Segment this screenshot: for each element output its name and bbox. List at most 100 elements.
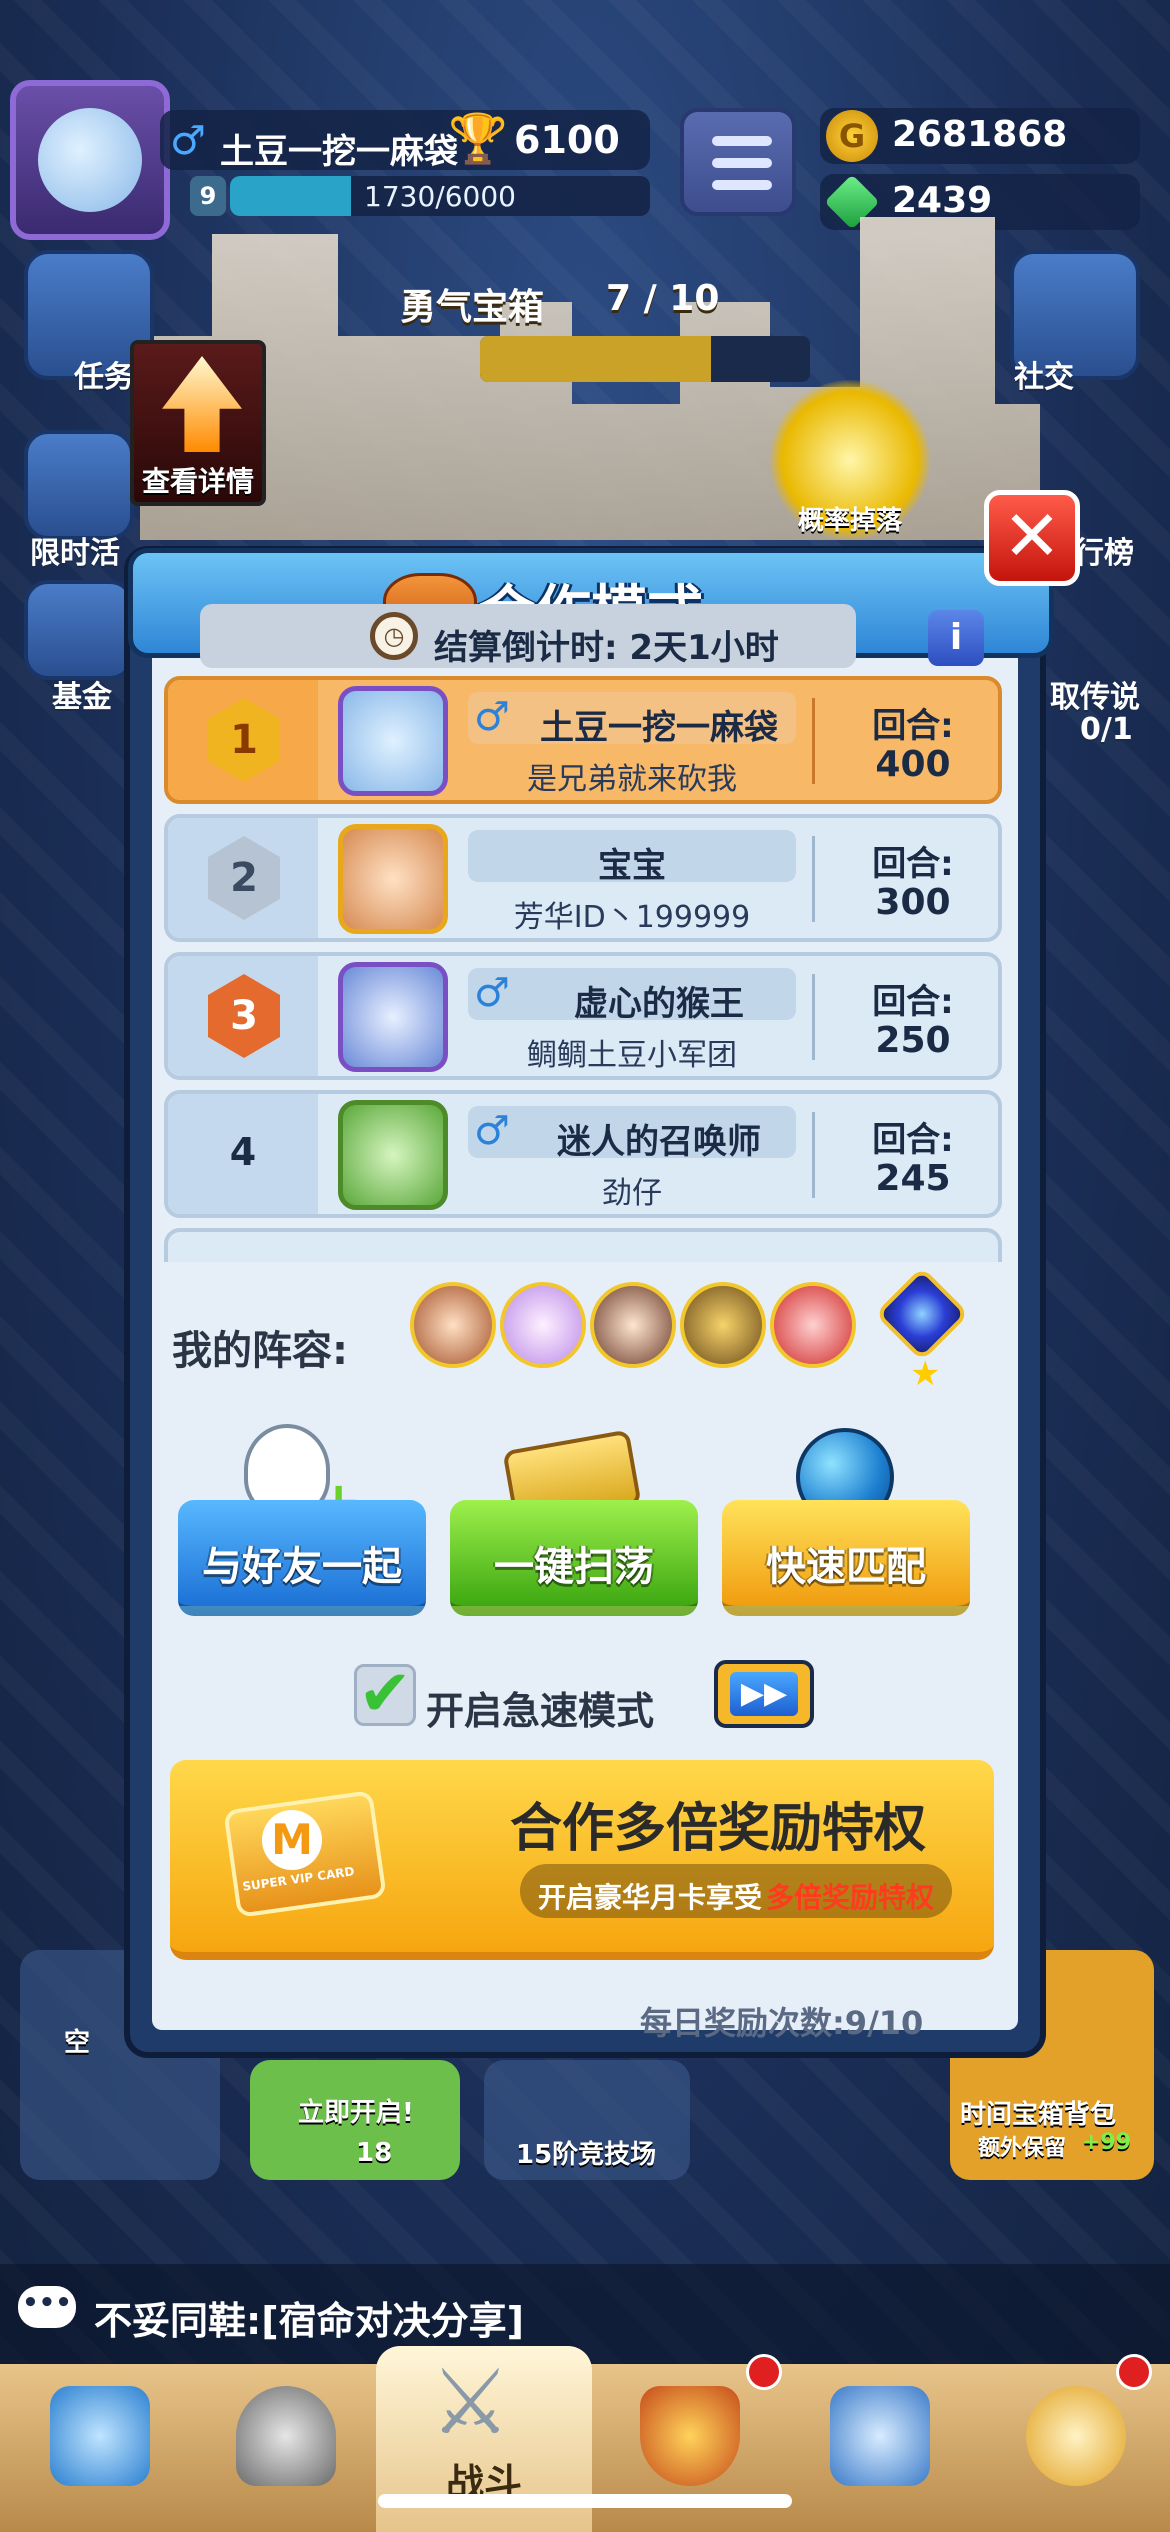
- speed-mode-checkbox[interactable]: ✔: [354, 1662, 416, 1726]
- hero-avatar-2[interactable]: [500, 1282, 586, 1368]
- avatar: [338, 686, 448, 796]
- tab-explore[interactable]: [986, 2370, 1166, 2530]
- chest-progress-bar: [480, 336, 810, 382]
- rank-guild-name: 是兄弟就来砍我: [527, 762, 737, 797]
- male-icon: ♂: [474, 970, 510, 1016]
- banner-subtitle-highlight: 多倍奖励特权: [766, 1881, 935, 1914]
- play-with-friend-button[interactable]: 与好友一起: [178, 1500, 426, 1616]
- banner-title: 合作多倍奖励特权: [510, 1799, 927, 1859]
- fast-forward-icon: ▶▶: [730, 1672, 798, 1716]
- hero-avatar-5[interactable]: [770, 1282, 856, 1368]
- round-value: 400: [875, 744, 951, 785]
- round-value: 300: [875, 882, 951, 923]
- gem-count: 2439: [892, 180, 993, 221]
- coin-count: 2681868: [892, 114, 1068, 155]
- divider: [812, 1112, 815, 1198]
- player-level-badge: 9: [190, 176, 226, 216]
- treasure-chest-icon: [50, 2386, 150, 2486]
- chest-open-label: 立即开启!: [298, 2098, 414, 2128]
- quick-match-button[interactable]: 快速匹配: [722, 1500, 970, 1616]
- xp-bar: 1730/6000: [230, 176, 650, 216]
- chest-open-gems: 18: [356, 2138, 393, 2168]
- arena-label: 15阶竞技场: [516, 2140, 657, 2170]
- sweep-button[interactable]: 一键扫荡: [450, 1500, 698, 1616]
- chat-message: 不妥同鞋:[宿命对决分享]: [94, 2299, 524, 2343]
- rank-list[interactable]: 1 ♂ 土豆一挖一麻袋 是兄弟就来砍我 回合: 400 2 宝宝 芳华ID丶19…: [164, 676, 1002, 1262]
- tab-treasure[interactable]: [10, 2370, 190, 2530]
- star-icon: ★: [910, 1354, 941, 1394]
- crossed-swords-icon: ⚔: [430, 2350, 511, 2455]
- avatar: [338, 1100, 448, 1210]
- avatar-face: [38, 108, 142, 212]
- avatar: [338, 962, 448, 1072]
- menu-button[interactable]: [680, 108, 796, 216]
- time-chest-label: 时间宝箱背包: [960, 2100, 1117, 2130]
- round-value: 250: [875, 1020, 951, 1061]
- rank-player-name: 土豆一挖一麻袋: [540, 708, 778, 748]
- player-avatar[interactable]: [10, 80, 170, 240]
- notification-dot: [1116, 2354, 1152, 2390]
- limited-event-button[interactable]: [24, 430, 134, 540]
- divider: [812, 974, 815, 1060]
- drop-rate-label: 概率掉落: [797, 506, 902, 536]
- rank-guild-name: 劲仔: [602, 1176, 662, 1211]
- menu-line: [712, 180, 772, 190]
- round-value: 245: [875, 1158, 951, 1199]
- male-icon: ♂: [170, 118, 206, 164]
- legend-count: 0/1: [1080, 712, 1133, 747]
- round-label: 回合:: [872, 1120, 954, 1160]
- bg-card-left-label: 空: [64, 2028, 91, 2058]
- hero-avatar-3[interactable]: [590, 1282, 676, 1368]
- avatar: [338, 824, 448, 934]
- rank-player-name: 迷人的召唤师: [557, 1122, 761, 1162]
- countdown-text: 结算倒计时: 2天1小时: [434, 628, 779, 668]
- daily-reward-count: 每日奖励次数:9/10: [640, 2004, 924, 2042]
- rank-row[interactable]: 3 ♂ 虚心的猴王 鲷鲷土豆小军团 回合: 250: [164, 952, 1002, 1080]
- menu-line: [712, 136, 772, 146]
- rank-row[interactable]: 4 ♂ 迷人的召唤师 劲仔 回合: 245: [164, 1090, 1002, 1218]
- friends-icon: [830, 2386, 930, 2486]
- divider: [812, 836, 815, 922]
- task-label: 任务: [74, 360, 134, 395]
- clock-icon: ◷: [370, 612, 418, 660]
- fund-button[interactable]: [24, 580, 134, 680]
- player-name: 土豆一挖一麻袋: [220, 132, 458, 172]
- up-arrow-icon: [162, 356, 242, 452]
- rank-player-name: 虚心的猴王: [574, 984, 744, 1024]
- home-indicator: [378, 2494, 792, 2508]
- male-icon: ♂: [474, 1108, 510, 1154]
- rank-row-partial[interactable]: [164, 1228, 1002, 1262]
- hero-avatar-1[interactable]: [410, 1282, 496, 1368]
- rank-row[interactable]: 2 宝宝 芳华ID丶199999 回合: 300: [164, 814, 1002, 942]
- banner-subtitle: 开启豪华月卡享受: [538, 1881, 763, 1914]
- chest-count: 7 / 10: [606, 278, 720, 319]
- xp-text: 1730/6000: [364, 180, 516, 213]
- close-button[interactable]: ✕: [984, 490, 1080, 586]
- fund-label: 基金: [52, 680, 112, 715]
- round-label: 回合:: [872, 844, 954, 884]
- notification-dot: [746, 2354, 782, 2390]
- speed-mode-label: 开启急速模式: [426, 1689, 655, 1733]
- hero-avatar-4[interactable]: [680, 1282, 766, 1368]
- rank-row[interactable]: 1 ♂ 土豆一挖一麻袋 是兄弟就来砍我 回合: 400: [164, 676, 1002, 804]
- tab-equipment[interactable]: [196, 2370, 376, 2530]
- rank-player-name: 宝宝: [598, 846, 666, 886]
- leaderboard-label: 行榜: [1074, 536, 1134, 571]
- lineup-label: 我的阵容:: [172, 1328, 348, 1374]
- fast-forward-button[interactable]: ▶▶: [714, 1660, 814, 1728]
- shield-crown-icon: [640, 2386, 740, 2486]
- menu-line: [712, 158, 772, 168]
- social-label: 社交: [1014, 360, 1074, 395]
- compass-icon: [1026, 2386, 1126, 2486]
- vip-card-letter: M: [262, 1810, 322, 1870]
- trophy-count: 6100: [514, 118, 620, 162]
- tab-friends[interactable]: [790, 2370, 970, 2530]
- helmet-icon: [236, 2386, 336, 2486]
- rank-number: 4: [229, 1130, 257, 1174]
- info-button[interactable]: i: [928, 610, 984, 666]
- view-details-label: 查看详情: [141, 465, 254, 498]
- time-chest-bonus: +99: [1082, 2130, 1132, 2155]
- sweep-label: 一键扫荡: [494, 1544, 654, 1590]
- rank-guild-name: 芳华ID丶199999: [513, 900, 751, 935]
- trophy-icon: 🏆: [448, 111, 508, 167]
